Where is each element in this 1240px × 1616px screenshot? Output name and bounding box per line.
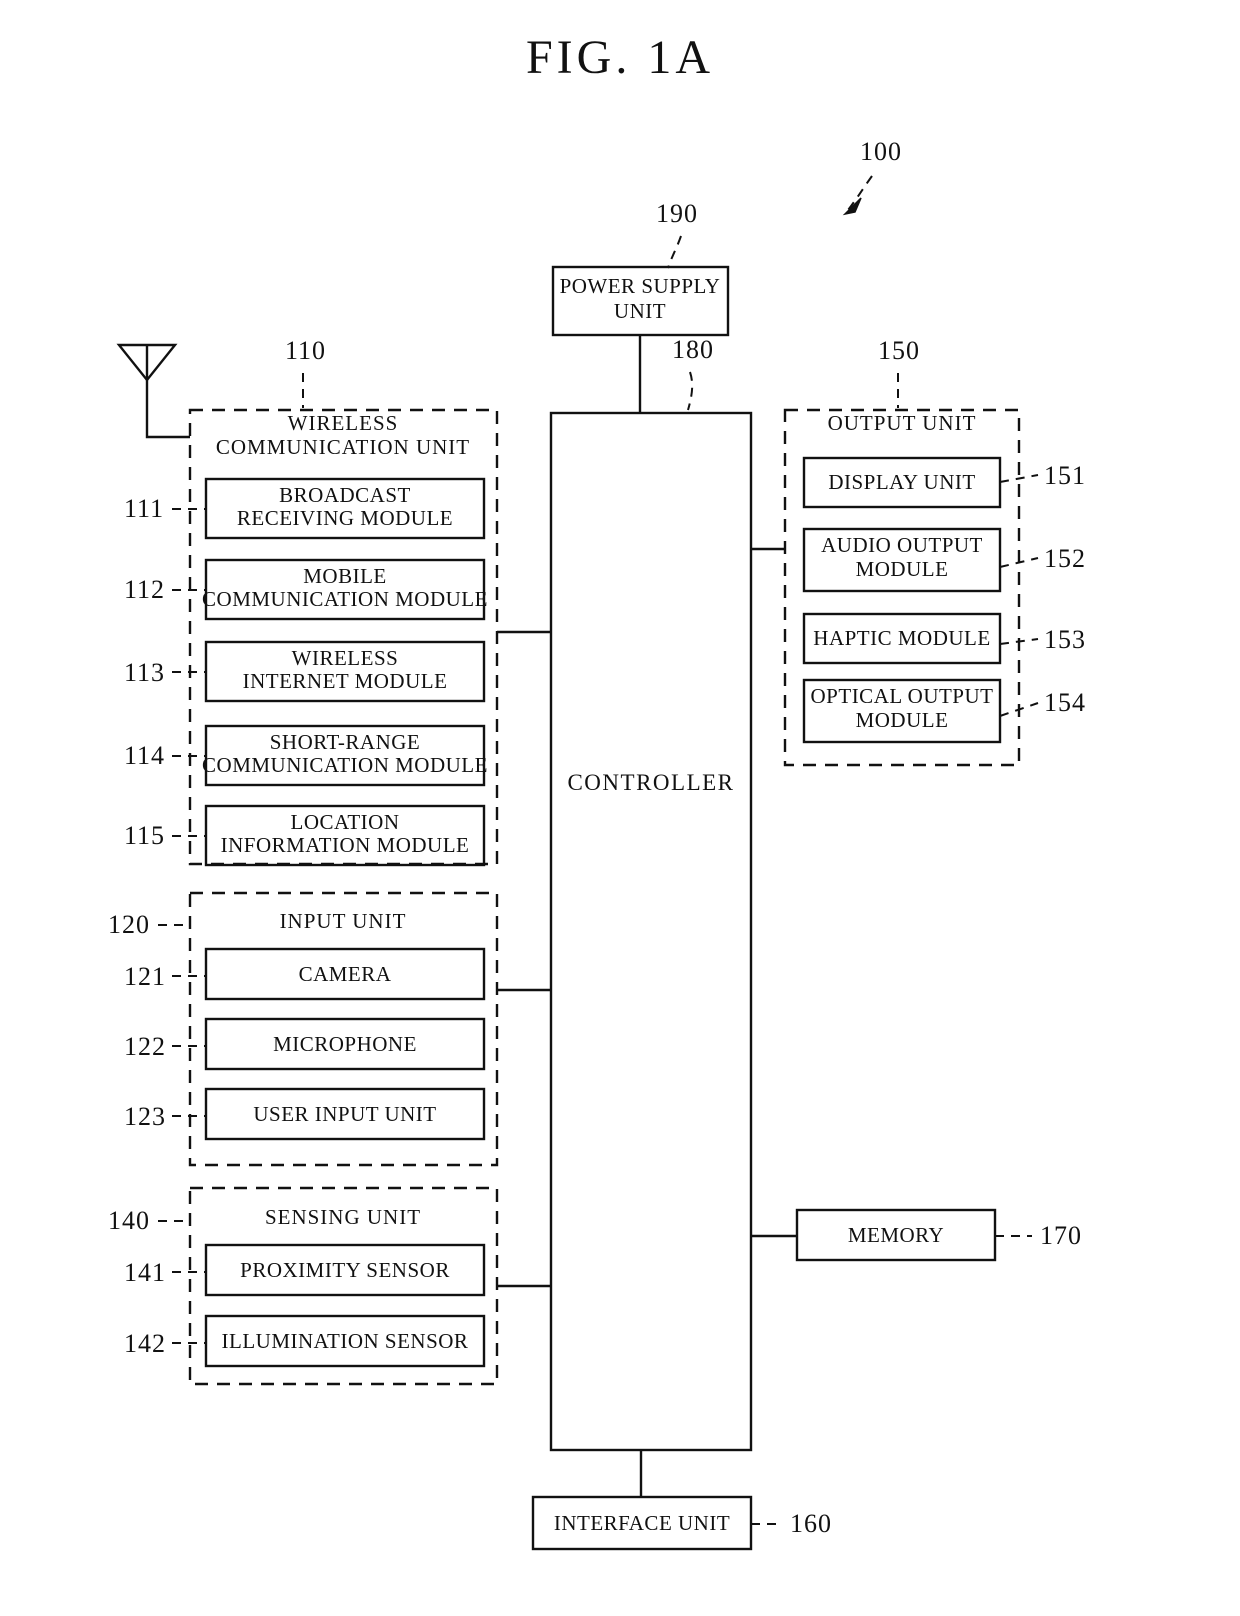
power-supply-unit-label-line2: UNIT <box>614 299 666 323</box>
antenna-icon <box>116 343 190 439</box>
ref-142-label: 142 <box>124 1329 166 1358</box>
illumination-sensor-label: ILLUMINATION SENSOR <box>222 1329 469 1353</box>
output-unit-title: OUTPUT UNIT <box>828 411 977 435</box>
ref-154-label: 154 <box>1044 688 1086 717</box>
ref-112-label: 112 <box>124 575 165 604</box>
ref-190-label: 190 <box>656 199 698 228</box>
ref-180-label: 180 <box>672 335 714 364</box>
device-ref-100: 100 <box>842 137 902 216</box>
wireless-internet-module-line1: WIRELESS <box>292 646 399 670</box>
ref-150-label: 150 <box>878 336 920 365</box>
ref-110-label: 110 <box>285 336 326 365</box>
controller-group: 180 CONTROLLER <box>549 335 753 1452</box>
short-range-module-line1: SHORT-RANGE <box>270 730 420 754</box>
display-unit-label: DISPLAY UNIT <box>828 470 975 494</box>
input-unit-title: INPUT UNIT <box>280 909 407 933</box>
memory-group: MEMORY 170 <box>751 1208 1082 1262</box>
sensing-unit-title: SENSING UNIT <box>265 1205 421 1229</box>
user-input-unit-label: USER INPUT UNIT <box>253 1102 436 1126</box>
ref-100-label: 100 <box>860 137 902 166</box>
ref-113-label: 113 <box>124 658 165 687</box>
ref-111-label: 111 <box>124 494 164 523</box>
wireless-communication-unit-group: 110 WIRELESS COMMUNICATION UNIT BROADCAS… <box>124 336 551 867</box>
ref-123-label: 123 <box>124 1102 166 1131</box>
audio-output-module-line1: AUDIO OUTPUT <box>821 533 983 557</box>
optical-output-module-line1: OPTICAL OUTPUT <box>811 684 994 708</box>
wireless-internet-module-line2: INTERNET MODULE <box>243 669 448 693</box>
patent-block-diagram: 100 190 POWER SUPPLY UNIT 180 CONTROLLER… <box>108 137 1086 1551</box>
controller-box[interactable] <box>549 411 753 1452</box>
mobile-communication-module-line2: COMMUNICATION MODULE <box>202 587 488 611</box>
ref-153-label: 153 <box>1044 625 1086 654</box>
camera-label: CAMERA <box>299 962 392 986</box>
ref-114-label: 114 <box>124 741 165 770</box>
mobile-communication-module-line1: MOBILE <box>303 564 387 588</box>
sensing-unit-group: SENSING UNIT 140 PROXIMITY SENSOR 141 IL… <box>108 1186 551 1386</box>
microphone-label: MICROPHONE <box>273 1032 417 1056</box>
lead-arrowhead <box>842 197 862 216</box>
output-unit-group: 150 OUTPUT UNIT DISPLAY UNIT 151 AUDIO O… <box>751 336 1086 767</box>
audio-output-module-line2: MODULE <box>856 557 949 581</box>
haptic-module-label: HAPTIC MODULE <box>813 626 990 650</box>
ref-151-label: 151 <box>1044 461 1086 490</box>
location-information-module-line2: INFORMATION MODULE <box>221 833 470 857</box>
interface-unit-group: INTERFACE UNIT 160 <box>531 1450 832 1551</box>
memory-label: MEMORY <box>848 1223 944 1247</box>
power-supply-unit-group: 190 POWER SUPPLY UNIT <box>551 199 730 413</box>
wireless-unit-title-line2: COMMUNICATION UNIT <box>216 435 470 459</box>
controller-label: CONTROLLER <box>567 770 734 795</box>
wireless-unit-title-line1: WIRELESS <box>288 411 399 435</box>
ref-115-label: 115 <box>124 821 165 850</box>
broadcast-receiving-module-line1: BROADCAST <box>279 483 411 507</box>
interface-unit-label: INTERFACE UNIT <box>554 1511 730 1535</box>
optical-output-module-line2: MODULE <box>856 708 949 732</box>
ref-152-label: 152 <box>1044 544 1086 573</box>
power-supply-unit-label-line1: POWER SUPPLY <box>560 274 721 298</box>
ref-160-label: 160 <box>790 1509 832 1538</box>
short-range-module-line2: COMMUNICATION MODULE <box>202 753 488 777</box>
ref-121-label: 121 <box>124 962 166 991</box>
location-information-module-line1: LOCATION <box>291 810 400 834</box>
proximity-sensor-label: PROXIMITY SENSOR <box>240 1258 450 1282</box>
broadcast-receiving-module-line2: RECEIVING MODULE <box>237 506 453 530</box>
ref-170-label: 170 <box>1040 1221 1082 1250</box>
input-unit-group: INPUT UNIT 120 CAMERA 121 MICROPHONE 122… <box>108 891 551 1167</box>
ref-141-label: 141 <box>124 1258 166 1287</box>
ref-140-label: 140 <box>108 1206 150 1235</box>
ref-122-label: 122 <box>124 1032 166 1061</box>
ref-120-label: 120 <box>108 910 150 939</box>
